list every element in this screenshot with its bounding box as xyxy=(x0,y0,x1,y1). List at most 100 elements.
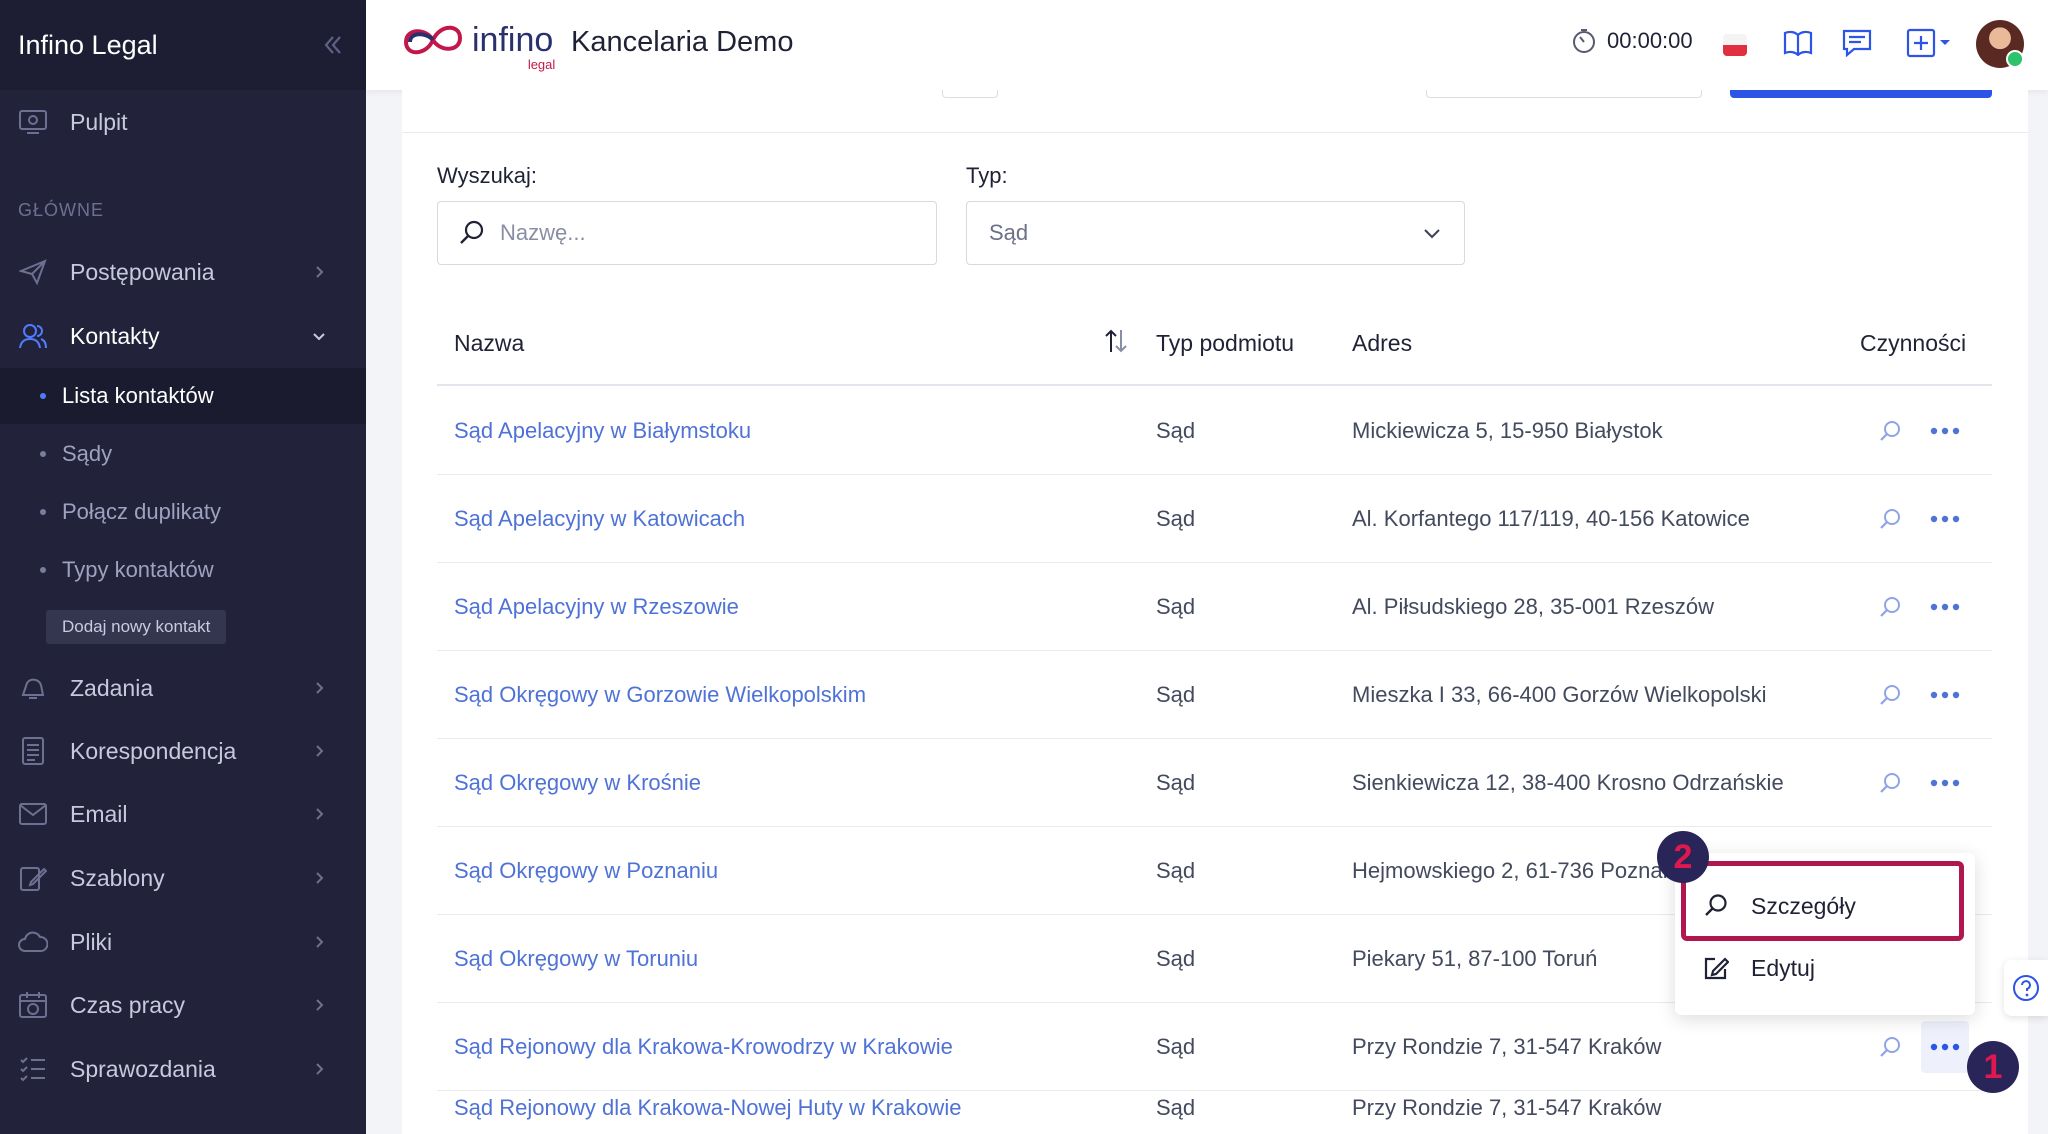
contact-name-link[interactable]: Sąd Apelacyjny w Katowicach xyxy=(454,475,745,563)
table-row: Sąd Apelacyjny w Katowicach Sąd Al. Korf… xyxy=(437,475,1992,563)
work-timer[interactable]: 00:00:00 xyxy=(1571,28,1693,54)
add-new-menu-icon[interactable] xyxy=(1904,26,1954,60)
bullet-icon xyxy=(40,509,46,515)
contacts-icon xyxy=(18,321,48,351)
sidebar-item-contacts[interactable]: Kontakty xyxy=(0,306,366,366)
more-actions-icon[interactable] xyxy=(1921,475,1969,563)
chat-icon[interactable] xyxy=(1840,26,1874,60)
entity-type-cell: Sąd xyxy=(1156,418,1196,443)
sidebar-subitem-label: Lista kontaktów xyxy=(62,383,214,408)
table-row: Sąd Rejonowy dla Krakowa-Nowej Huty w Kr… xyxy=(437,1091,1992,1134)
contact-name-link[interactable]: Sąd Rejonowy dla Krakowa-Krowodrzy w Kra… xyxy=(454,1003,953,1091)
view-details-icon[interactable] xyxy=(1873,651,1907,739)
address-cell: Sienkiewicza 12, 38-400 Krosno Odrzański… xyxy=(1352,770,1784,795)
sidebar-item-dashboard[interactable]: Pulpit xyxy=(0,92,366,152)
collapse-sidebar-icon[interactable] xyxy=(316,29,348,61)
sidebar-subitem-contact-types[interactable]: Typy kontaktów xyxy=(0,542,366,598)
contact-name-link[interactable]: Sąd Apelacyjny w Rzeszowie xyxy=(454,563,739,651)
contact-name-link[interactable]: Sąd Rejonowy dla Krakowa-Nowej Huty w Kr… xyxy=(454,1081,961,1121)
help-button[interactable] xyxy=(2004,960,2048,1016)
add-new-contact-button[interactable]: Dodaj nowy kontakt xyxy=(46,610,227,644)
sidebar-item-label: Korespondencja xyxy=(70,737,237,764)
menu-item-label: Edytuj xyxy=(1751,954,1815,981)
sidebar-title: Infino Legal xyxy=(18,29,158,60)
search-placeholder: Nazwę... xyxy=(500,220,586,245)
entity-type-cell: Sąd xyxy=(1156,1095,1196,1120)
book-icon[interactable] xyxy=(1781,26,1815,60)
entity-type-cell: Sąd xyxy=(1156,506,1196,531)
address-cell: Piekary 51, 87-100 Toruń xyxy=(1352,946,1598,971)
sidebar-item-work-time[interactable]: Czas pracy xyxy=(0,975,366,1035)
logo-mark-icon xyxy=(403,25,463,55)
sidebar-item-label: Sprawozdania xyxy=(70,1055,216,1082)
chevron-right-icon xyxy=(316,999,324,1011)
sidebar-item-label: Pulpit xyxy=(70,108,128,135)
sidebar-item-files[interactable]: Pliki xyxy=(0,912,366,972)
sidebar-subitem-courts[interactable]: Sądy xyxy=(0,426,366,482)
document-icon xyxy=(18,736,48,766)
table-row: Sąd Okręgowy w Krośnie Sąd Sienkiewicza … xyxy=(437,739,1992,827)
infino-logo[interactable]: infino legal xyxy=(400,18,556,72)
sidebar-subitem-label: Typy kontaktów xyxy=(62,557,214,582)
table-row: Sąd Apelacyjny w Białymstoku Sąd Mickiew… xyxy=(437,387,1992,475)
menu-item-edit[interactable]: Edytuj xyxy=(1675,937,1975,999)
language-flag-icon[interactable] xyxy=(1723,34,1747,56)
toolbar-select-partial[interactable] xyxy=(1426,90,1702,98)
view-details-icon[interactable] xyxy=(1873,563,1907,651)
sidebar-subitem-label: Sądy xyxy=(62,441,113,466)
view-details-icon[interactable] xyxy=(1873,475,1907,563)
sidebar-item-label: Zadania xyxy=(70,674,154,701)
more-actions-icon[interactable] xyxy=(1921,1021,1969,1073)
search-input[interactable]: Nazwę... xyxy=(437,201,937,265)
more-actions-icon[interactable] xyxy=(1921,563,1969,651)
type-select[interactable]: Sąd xyxy=(966,201,1465,265)
sidebar-subitem-contact-list[interactable]: Lista kontaktów xyxy=(0,368,366,424)
sidebar-item-tasks[interactable]: Zadania xyxy=(0,658,366,718)
entity-type-cell: Sąd xyxy=(1156,858,1196,883)
edit-document-icon xyxy=(18,863,48,893)
address-cell: Mieszka I 33, 66-400 Gorzów Wielkopolski xyxy=(1352,682,1767,707)
sidebar-item-email[interactable]: Email xyxy=(0,784,366,844)
more-actions-icon[interactable] xyxy=(1921,651,1969,739)
bullet-icon xyxy=(40,451,46,457)
chevron-down-icon xyxy=(1424,229,1440,239)
entity-type-cell: Sąd xyxy=(1156,594,1196,619)
help-icon xyxy=(2013,975,2039,1001)
contact-name-link[interactable]: Sąd Okręgowy w Krośnie xyxy=(454,739,701,827)
sidebar-subitem-merge-duplicates[interactable]: Połącz duplikaty xyxy=(0,484,366,540)
address-cell: Hejmowskiego 2, 61-736 Poznań xyxy=(1352,858,1675,883)
more-actions-icon[interactable] xyxy=(1921,739,1969,827)
search-label: Wyszukaj: xyxy=(437,163,538,188)
contact-name-link[interactable]: Sąd Okręgowy w Poznaniu xyxy=(454,827,718,915)
contact-name-link[interactable]: Sąd Apelacyjny w Białymstoku xyxy=(454,387,751,475)
chevron-right-icon xyxy=(316,266,324,278)
column-header-address: Adres xyxy=(1352,330,1413,356)
contact-name-link[interactable]: Sąd Okręgowy w Gorzowie Wielkopolskim xyxy=(454,651,866,739)
view-details-icon[interactable] xyxy=(1873,739,1907,827)
bullet-icon xyxy=(40,393,46,399)
view-details-icon[interactable] xyxy=(1873,387,1907,475)
sidebar-item-reports[interactable]: Sprawozdania xyxy=(0,1039,366,1099)
sidebar-item-label: Email xyxy=(70,800,128,827)
logo-word: infino legal xyxy=(472,20,556,72)
bullet-icon xyxy=(40,567,46,573)
calendar-clock-icon xyxy=(18,990,48,1020)
more-actions-icon[interactable] xyxy=(1921,387,1969,475)
sort-icon[interactable] xyxy=(1104,328,1128,360)
toolbar-button-partial[interactable] xyxy=(942,90,998,98)
column-header-actions: Czynności xyxy=(1860,330,1967,356)
sidebar-item-templates[interactable]: Szablony xyxy=(0,848,366,908)
chevron-right-icon xyxy=(316,936,324,948)
sidebar-item-proceedings[interactable]: Postępowania xyxy=(0,242,366,302)
address-cell: Al. Piłsudskiego 28, 35-001 Rzeszów xyxy=(1352,594,1714,619)
column-header-name[interactable]: Nazwa xyxy=(454,330,524,357)
online-status-icon xyxy=(2006,50,2024,68)
address-cell: Al. Korfantego 117/119, 40-156 Katowice xyxy=(1352,506,1750,531)
dashboard-icon xyxy=(18,107,48,137)
view-details-icon[interactable] xyxy=(1873,1003,1907,1091)
contact-name-link[interactable]: Sąd Okręgowy w Toruniu xyxy=(454,915,698,1003)
toolbar-primary-button-partial[interactable] xyxy=(1730,90,1992,98)
sidebar-item-correspondence[interactable]: Korespondencja xyxy=(0,721,366,781)
sidebar-subitem-label: Połącz duplikaty xyxy=(62,499,221,524)
chevron-right-icon xyxy=(316,808,324,820)
